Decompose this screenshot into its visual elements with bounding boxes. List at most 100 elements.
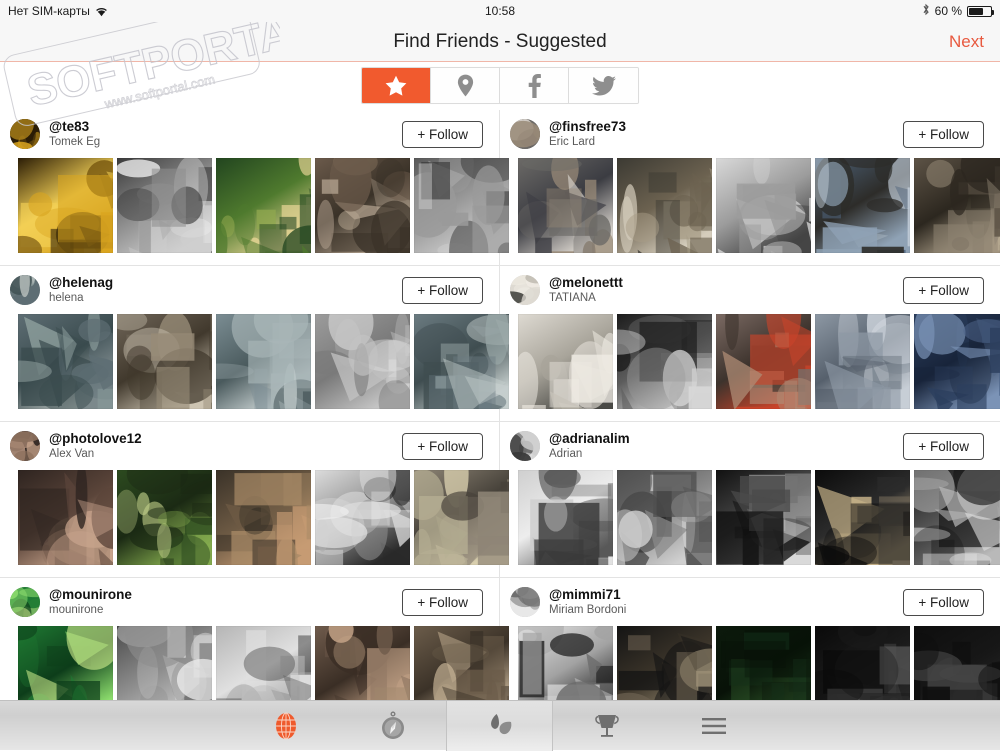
user-handle: @mounirone xyxy=(49,587,132,603)
tab-discover[interactable] xyxy=(339,701,446,751)
page-title: Find Friends - Suggested xyxy=(0,31,1000,53)
photo-thumbnail[interactable] xyxy=(518,158,613,253)
photo-thumbnail[interactable] xyxy=(414,314,509,409)
photo-thumbnail[interactable] xyxy=(18,470,113,565)
user-name-block[interactable]: @te83Tomek Eg xyxy=(49,119,100,149)
user-card: @helenaghelena + Follow xyxy=(0,266,499,422)
photo-thumbnail[interactable] xyxy=(815,314,910,409)
user-name-block[interactable]: @mounironemounirone xyxy=(49,587,132,617)
follow-button[interactable]: + Follow xyxy=(903,277,984,304)
user-name-block[interactable]: @helenaghelena xyxy=(49,275,113,305)
navigation-bar: Find Friends - Suggested Next xyxy=(0,22,1000,62)
user-header: @finsfree73Eric Lard + Follow xyxy=(500,110,1000,158)
photo-thumbnail[interactable] xyxy=(815,158,910,253)
follow-button[interactable]: + Follow xyxy=(903,121,984,148)
battery-percent-label: 60 % xyxy=(935,4,962,18)
avatar[interactable] xyxy=(10,275,40,305)
user-handle: @melonettt xyxy=(549,275,623,291)
photo-thumbnail[interactable] xyxy=(716,470,811,565)
photo-strip xyxy=(0,470,499,577)
tab-awards[interactable] xyxy=(553,701,660,751)
photo-thumbnail[interactable] xyxy=(117,470,212,565)
bluetooth-icon xyxy=(922,3,930,19)
tab-people[interactable] xyxy=(446,701,553,751)
hamburger-icon xyxy=(701,716,727,736)
follow-button[interactable]: + Follow xyxy=(402,433,483,460)
tab-globe[interactable] xyxy=(232,701,339,751)
user-realname: Miriam Bordoni xyxy=(549,604,626,617)
avatar[interactable] xyxy=(10,587,40,617)
photo-thumbnail[interactable] xyxy=(315,314,410,409)
follow-button[interactable]: + Follow xyxy=(402,121,483,148)
avatar[interactable] xyxy=(510,431,540,461)
location-pin-icon xyxy=(457,74,474,97)
user-name-block[interactable]: @melonetttTATIANA xyxy=(549,275,623,305)
photo-thumbnail[interactable] xyxy=(216,158,311,253)
photo-thumbnail[interactable] xyxy=(914,314,1000,409)
photo-thumbnail[interactable] xyxy=(617,470,712,565)
tab-menu[interactable] xyxy=(660,701,767,751)
avatar[interactable] xyxy=(10,431,40,461)
user-header: @mimmi71Miriam Bordoni + Follow xyxy=(500,578,1000,626)
photo-thumbnail[interactable] xyxy=(18,314,113,409)
user-handle: @helenag xyxy=(49,275,113,291)
photo-thumbnail[interactable] xyxy=(716,158,811,253)
user-card: @te83Tomek Eg + Follow xyxy=(0,110,499,266)
tab-twitter[interactable] xyxy=(569,68,638,103)
photo-thumbnail[interactable] xyxy=(617,314,712,409)
photo-thumbnail[interactable] xyxy=(216,470,311,565)
user-realname: helena xyxy=(49,292,113,305)
user-realname: Eric Lard xyxy=(549,136,626,149)
segmented-control-container xyxy=(0,62,1000,110)
avatar[interactable] xyxy=(10,119,40,149)
user-name-block[interactable]: @finsfree73Eric Lard xyxy=(549,119,626,149)
suggested-users-grid: @te83Tomek Eg + Follow @helenaghelena + Fo… xyxy=(0,110,1000,750)
clock: 10:58 xyxy=(0,4,1000,18)
follow-button[interactable]: + Follow xyxy=(402,589,483,616)
follow-button[interactable]: + Follow xyxy=(903,589,984,616)
user-realname: Tomek Eg xyxy=(49,136,100,149)
user-header: @melonetttTATIANA + Follow xyxy=(500,266,1000,314)
user-handle: @mimmi71 xyxy=(549,587,626,603)
user-header: @adrianalimAdrian + Follow xyxy=(500,422,1000,470)
user-realname: TATIANA xyxy=(549,292,623,305)
tab-suggested[interactable] xyxy=(362,68,431,103)
user-name-block[interactable]: @adrianalimAdrian xyxy=(549,431,630,461)
column-right: @finsfree73Eric Lard + Follow @melonetttT… xyxy=(500,110,1000,750)
photo-thumbnail[interactable] xyxy=(216,314,311,409)
user-handle: @photolove12 xyxy=(49,431,142,447)
user-name-block[interactable]: @photolove12Alex Van xyxy=(49,431,142,461)
photo-thumbnail[interactable] xyxy=(117,314,212,409)
photo-thumbnail[interactable] xyxy=(315,470,410,565)
photo-thumbnail[interactable] xyxy=(815,470,910,565)
tab-nearby[interactable] xyxy=(431,68,500,103)
photo-thumbnail[interactable] xyxy=(518,314,613,409)
photo-thumbnail[interactable] xyxy=(414,470,509,565)
photo-strip xyxy=(500,158,1000,265)
user-card: @finsfree73Eric Lard + Follow xyxy=(500,110,1000,266)
avatar[interactable] xyxy=(510,119,540,149)
wings-icon xyxy=(485,712,515,740)
photo-thumbnail[interactable] xyxy=(18,158,113,253)
photo-thumbnail[interactable] xyxy=(617,158,712,253)
follow-button[interactable]: + Follow xyxy=(903,433,984,460)
user-realname: Adrian xyxy=(549,448,630,461)
follow-button[interactable]: + Follow xyxy=(402,277,483,304)
photo-thumbnail[interactable] xyxy=(716,314,811,409)
photo-strip xyxy=(0,314,499,421)
user-header: @helenaghelena + Follow xyxy=(0,266,499,314)
photo-thumbnail[interactable] xyxy=(117,158,212,253)
next-button[interactable]: Next xyxy=(949,32,984,52)
photo-thumbnail[interactable] xyxy=(414,158,509,253)
photo-thumbnail[interactable] xyxy=(315,158,410,253)
user-name-block[interactable]: @mimmi71Miriam Bordoni xyxy=(549,587,626,617)
status-bar-right: 60 % xyxy=(922,3,992,19)
user-realname: mounirone xyxy=(49,604,132,617)
status-bar: Нет SIM-карты 10:58 60 % xyxy=(0,0,1000,22)
avatar[interactable] xyxy=(510,275,540,305)
photo-thumbnail[interactable] xyxy=(914,158,1000,253)
avatar[interactable] xyxy=(510,587,540,617)
tab-facebook[interactable] xyxy=(500,68,569,103)
photo-thumbnail[interactable] xyxy=(518,470,613,565)
photo-thumbnail[interactable] xyxy=(914,470,1000,565)
